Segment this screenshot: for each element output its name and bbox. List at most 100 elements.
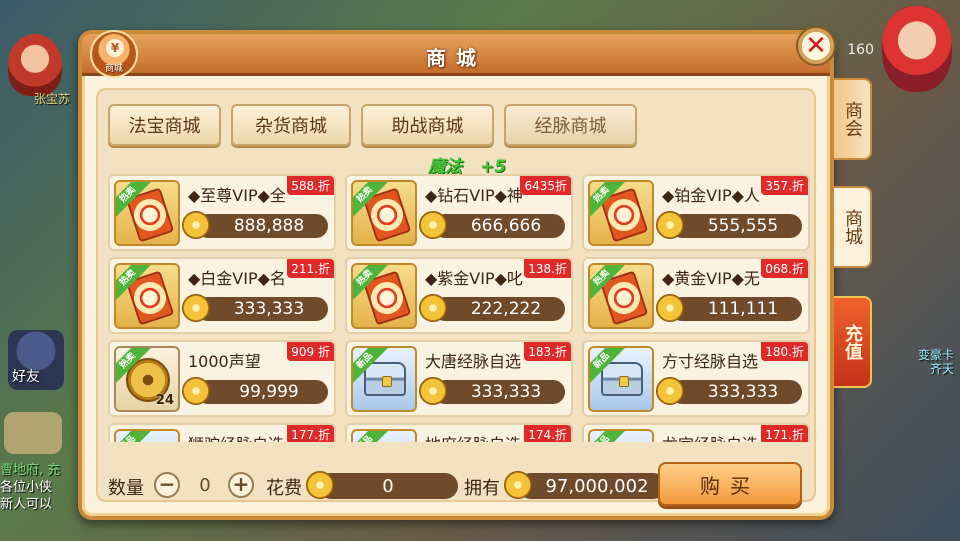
quantity-value[interactable]: 0 bbox=[182, 475, 228, 497]
tab-grocery-shop[interactable]: 杂货商城 bbox=[231, 104, 351, 146]
increase-button[interactable]: + bbox=[228, 472, 254, 498]
shop-item-card[interactable]: 新品 方寸经脉自选 180.折 333,333 bbox=[582, 340, 810, 417]
player-avatar[interactable] bbox=[882, 6, 952, 92]
shop-item-card[interactable]: 热卖 24 1000声望 909 折 99,999 bbox=[108, 340, 336, 417]
gold-icon bbox=[182, 294, 210, 322]
cost-label: 花费 bbox=[266, 478, 302, 499]
friend-label: 好友 bbox=[12, 369, 40, 385]
item-thumbnail[interactable]: 新品 bbox=[351, 429, 417, 442]
treasure-chest-icon bbox=[601, 362, 643, 396]
item-thumbnail[interactable]: 新品 bbox=[588, 346, 654, 412]
yen-icon: ¥ bbox=[106, 39, 124, 57]
close-icon: ✕ bbox=[805, 31, 827, 61]
item-price: 666,666 bbox=[433, 214, 565, 238]
gold-icon bbox=[182, 377, 210, 405]
cost-value: 0 bbox=[318, 473, 458, 499]
gold-icon bbox=[306, 471, 334, 499]
item-price: 555,555 bbox=[670, 214, 802, 238]
gold-icon bbox=[504, 471, 532, 499]
discount-badge: 909 折 bbox=[287, 342, 334, 361]
treasure-chest-icon bbox=[364, 362, 406, 396]
background-character-left bbox=[8, 34, 62, 96]
side-tab-chamber[interactable]: 商会 bbox=[834, 78, 872, 160]
gold-icon bbox=[656, 294, 684, 322]
item-price: 333,333 bbox=[433, 380, 565, 404]
item-thumbnail[interactable]: 热卖 24 bbox=[114, 346, 180, 412]
item-thumbnail[interactable]: 热卖 bbox=[114, 180, 180, 246]
right-text-line: 变豪卡 bbox=[917, 348, 954, 362]
shop-tabs: 法宝商城 杂货商城 助战商城 经脉商城 bbox=[108, 104, 637, 146]
discount-badge: 357.折 bbox=[761, 176, 808, 195]
side-tab-shop[interactable]: 商城 bbox=[834, 186, 872, 268]
shop-item-card[interactable]: 热卖 ◆铂金VIP◆人 357.折 555,555 bbox=[582, 174, 810, 251]
panel-title: 商城 bbox=[426, 46, 486, 70]
close-button[interactable]: ✕ bbox=[796, 26, 836, 66]
chat-line: 曹地府, 充 bbox=[0, 463, 61, 478]
discount-badge: 183.折 bbox=[524, 342, 571, 361]
item-thumbnail[interactable]: 热卖 bbox=[588, 180, 654, 246]
item-thumbnail[interactable]: 新品 bbox=[588, 429, 654, 442]
discount-badge: 177.折 bbox=[287, 425, 334, 442]
shop-item-card[interactable]: 新品 地府经脉自选 174.折 bbox=[345, 423, 573, 442]
item-price: 333,333 bbox=[196, 297, 328, 321]
gold-icon bbox=[656, 377, 684, 405]
item-price: 111,111 bbox=[670, 297, 802, 321]
gold-icon bbox=[419, 377, 447, 405]
side-tab-label: 充值 bbox=[842, 324, 863, 360]
chat-log[interactable]: 曹地府, 充 各位小侠 新人可以 bbox=[0, 462, 90, 513]
item-thumbnail[interactable]: 热卖 bbox=[588, 263, 654, 329]
discount-badge: 171.折 bbox=[761, 425, 808, 442]
gold-icon bbox=[656, 211, 684, 239]
item-thumbnail[interactable]: 热卖 bbox=[114, 263, 180, 329]
shop-panel: 商城 ¥ 商城 ✕ 法宝商城 杂货商城 助战商城 经脉商城 魔法 +5 热卖 ◆至… bbox=[78, 26, 836, 520]
shop-item-card[interactable]: 新品 狮驼经脉自选 177.折 bbox=[108, 423, 336, 442]
shop-item-card[interactable]: 热卖 ◆紫金VIP◆叱 138.折 222,222 bbox=[345, 257, 573, 334]
gold-icon bbox=[419, 211, 447, 239]
side-tab-recharge[interactable]: 充值 bbox=[834, 296, 872, 388]
item-price: 99,999 bbox=[196, 380, 328, 404]
tab-assist-shop[interactable]: 助战商城 bbox=[361, 104, 494, 146]
shop-badge-icon: ¥ 商城 bbox=[90, 30, 138, 78]
item-price: 222,222 bbox=[433, 297, 565, 321]
discount-badge: 211.折 bbox=[287, 259, 334, 278]
side-tab-label: 商城 bbox=[842, 209, 863, 245]
buy-button[interactable]: 购买 bbox=[658, 462, 802, 506]
background-right-text: 变豪卡 齐天 bbox=[918, 348, 954, 376]
chat-line: 各位小侠 bbox=[0, 480, 53, 495]
item-tag: 新品 bbox=[590, 431, 627, 442]
shop-item-card[interactable]: 热卖 ◆钻石VIP◆神 6435折 666,666 bbox=[345, 174, 573, 251]
item-price: 888,888 bbox=[196, 214, 328, 238]
discount-badge: 068.折 bbox=[761, 259, 808, 278]
discount-badge: 180.折 bbox=[761, 342, 808, 361]
item-thumbnail[interactable]: 热卖 bbox=[351, 180, 417, 246]
quantity-label: 数量 bbox=[108, 478, 144, 499]
panel-header: 商城 bbox=[82, 34, 830, 76]
item-tag: 新品 bbox=[353, 431, 390, 442]
item-tag: 新品 bbox=[116, 431, 153, 442]
tab-fabao-shop[interactable]: 法宝商城 bbox=[108, 104, 221, 146]
decrease-button[interactable]: − bbox=[154, 472, 180, 498]
shop-item-card[interactable]: 新品 大唐经脉自选 183.折 333,333 bbox=[345, 340, 573, 417]
shop-item-card[interactable]: 新品 龙宫经脉自选 171.折 bbox=[582, 423, 810, 442]
chat-icon[interactable] bbox=[4, 412, 62, 454]
background-left-label: 张宝苏 bbox=[34, 92, 71, 106]
item-thumbnail[interactable]: 新品 bbox=[114, 429, 180, 442]
discount-badge: 6435折 bbox=[520, 176, 571, 195]
shop-item-card[interactable]: 热卖 ◆黄金VIP◆无 068.折 111,111 bbox=[582, 257, 810, 334]
tab-meridian-shop[interactable]: 经脉商城 bbox=[504, 104, 637, 146]
item-thumbnail[interactable]: 热卖 bbox=[351, 263, 417, 329]
shop-item-card[interactable]: 热卖 ◆至尊VIP◆全 588.折 888,888 bbox=[108, 174, 336, 251]
purchase-bar: 数量 − 0 + 花费 0 拥有 97,000,002 购买 bbox=[108, 462, 804, 510]
side-tab-label: 商会 bbox=[842, 101, 863, 137]
shop-content: 法宝商城 杂货商城 助战商城 经脉商城 魔法 +5 热卖 ◆至尊VIP◆全 588… bbox=[96, 88, 816, 506]
shop-item-card[interactable]: 热卖 ◆白金VIP◆名 211.折 333,333 bbox=[108, 257, 336, 334]
discount-badge: 138.折 bbox=[524, 259, 571, 278]
item-thumbnail[interactable]: 新品 bbox=[351, 346, 417, 412]
item-grid[interactable]: 热卖 ◆至尊VIP◆全 588.折 888,888 热卖 ◆钻石VIP◆神 64… bbox=[108, 174, 811, 442]
item-quantity: 24 bbox=[155, 393, 174, 408]
owned-value: 97,000,002 bbox=[518, 473, 666, 499]
item-price: 333,333 bbox=[670, 380, 802, 404]
gold-icon bbox=[182, 211, 210, 239]
shop-badge-label: 商城 bbox=[104, 64, 123, 74]
discount-badge: 174.折 bbox=[524, 425, 571, 442]
